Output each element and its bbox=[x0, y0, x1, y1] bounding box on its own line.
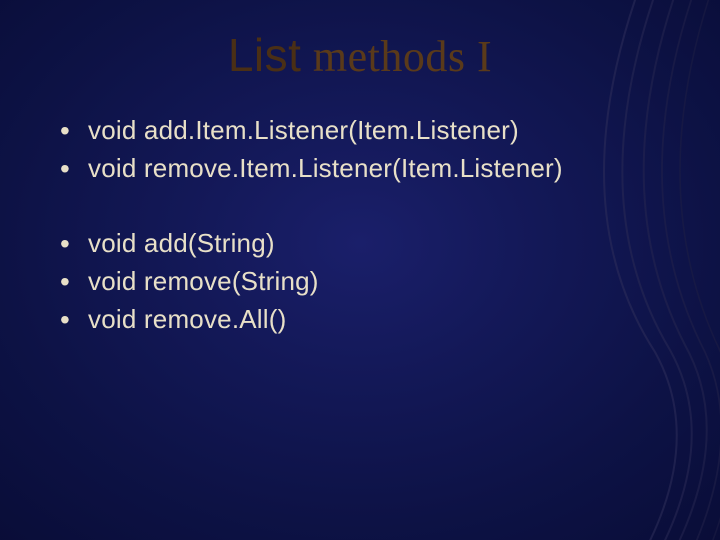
title-rest: methods I bbox=[301, 32, 492, 81]
slide-title: List methods I bbox=[0, 0, 720, 82]
list-item: void remove.Item.Listener(Item.Listener) bbox=[60, 150, 680, 188]
list-item: void add(String) bbox=[60, 225, 680, 263]
bullet-group-2: void add(String) void remove(String) voi… bbox=[60, 225, 680, 338]
slide-content: void add.Item.Listener(Item.Listener) vo… bbox=[0, 82, 720, 338]
list-item: void remove.All() bbox=[60, 301, 680, 339]
list-item: void remove(String) bbox=[60, 263, 680, 301]
bullet-group-1: void add.Item.Listener(Item.Listener) vo… bbox=[60, 112, 680, 187]
list-item: void add.Item.Listener(Item.Listener) bbox=[60, 112, 680, 150]
title-word-1: List bbox=[228, 29, 302, 81]
